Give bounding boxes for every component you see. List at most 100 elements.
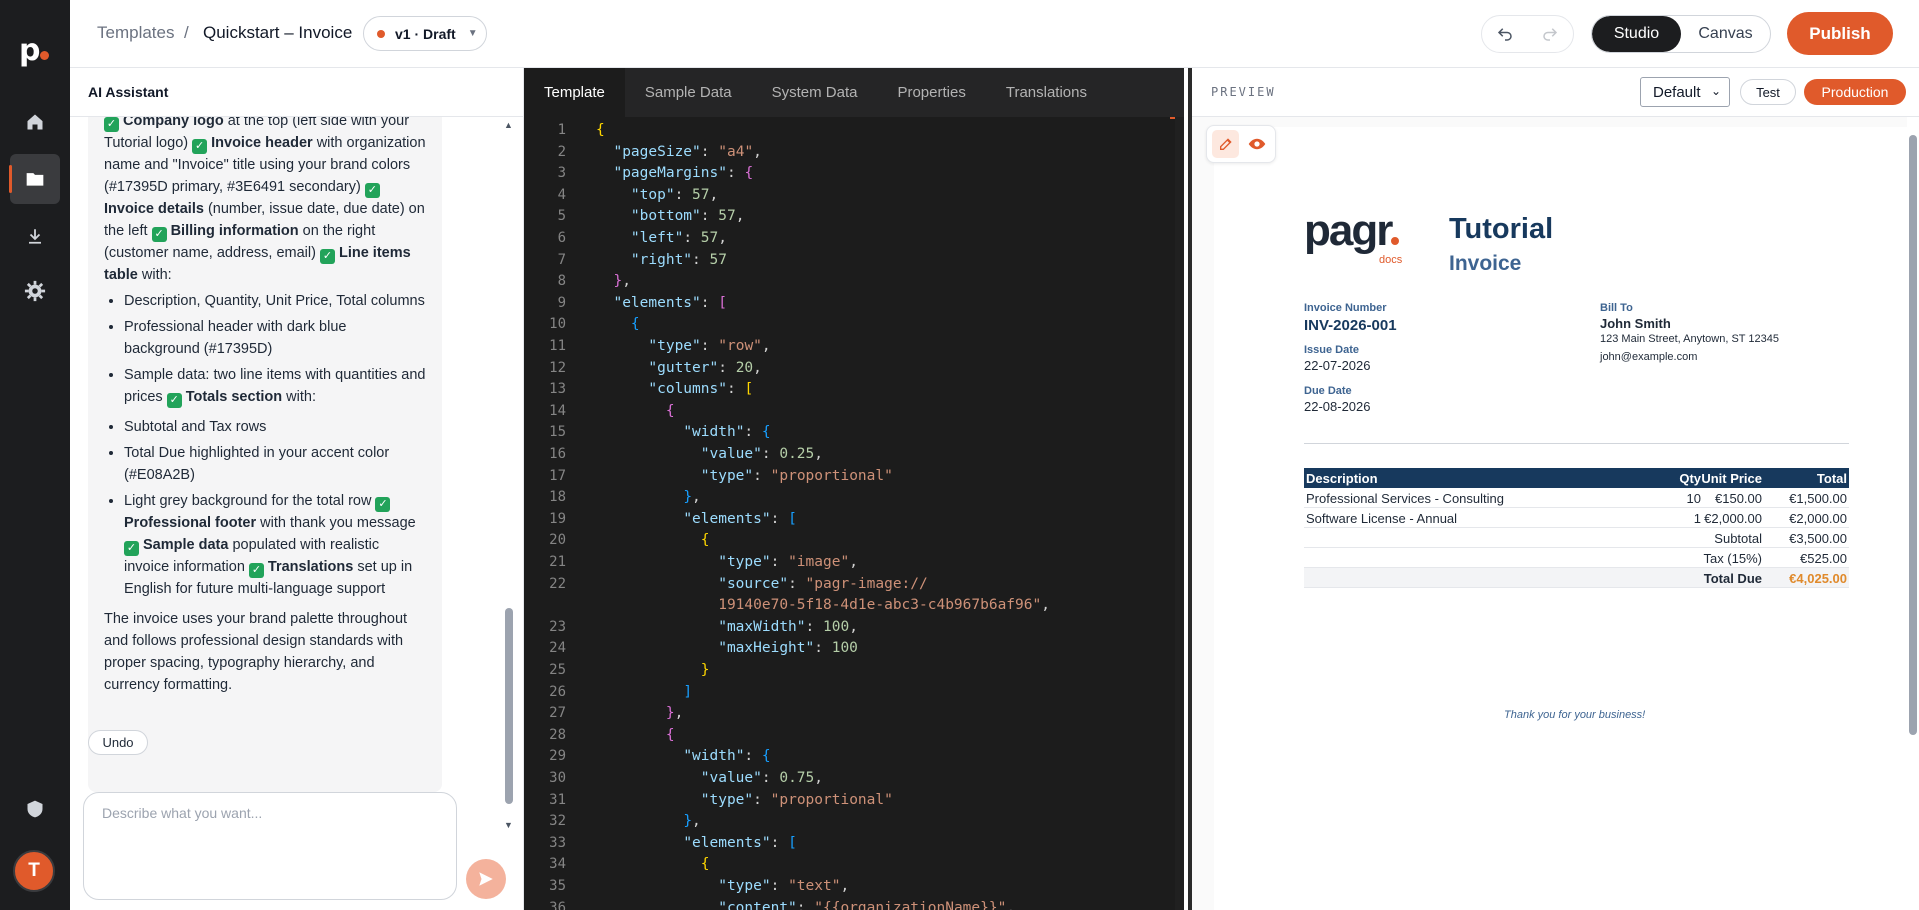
line-number: 2 (557, 143, 566, 160)
line-number: 17 (549, 467, 566, 484)
eye-icon (1248, 138, 1265, 150)
table-row: Professional Services - Consulting 10 €1… (1304, 488, 1849, 508)
breadcrumb-templates-link[interactable]: Templates (97, 23, 174, 43)
avatar[interactable]: T (13, 850, 55, 892)
scroll-up-icon[interactable]: ▲ (504, 120, 513, 130)
production-button[interactable]: Production (1804, 79, 1906, 105)
publish-button[interactable]: Publish (1787, 12, 1893, 55)
tab-translations[interactable]: Translations (986, 68, 1107, 117)
prompt-input[interactable]: Describe what you want... (83, 792, 457, 900)
message-intro: ✓ Company logo at the top (left side with… (104, 116, 426, 283)
folder-icon[interactable] (9, 154, 60, 204)
code-line: { (700, 532, 710, 549)
scroll-thumb[interactable] (505, 608, 513, 804)
checkmark-icon: ✓ (151, 227, 167, 242)
code-line: "width": { (683, 748, 771, 765)
tax-row: Tax (15%) €525.00 (1304, 548, 1849, 568)
code-line: "content": "{{organizationName}}", (718, 899, 1016, 910)
undo-icon (1497, 28, 1512, 41)
code-area[interactable]: { "pageSize": "a4", "pageMargins": { "to… (596, 117, 1176, 910)
home-icon[interactable] (10, 97, 60, 147)
line-number: 31 (549, 791, 566, 808)
test-button[interactable]: Test (1740, 79, 1796, 105)
divider (1304, 443, 1849, 444)
code-line: } (700, 662, 710, 678)
message-closing: The invoice uses your brand palette thro… (104, 611, 408, 693)
code-line: "right": 57 (630, 251, 727, 268)
code-line: "top": 57, (630, 186, 719, 203)
code-line: "elements": [ (613, 294, 727, 311)
undo-button[interactable] (1482, 16, 1528, 52)
studio-mode-button[interactable]: Studio (1592, 16, 1681, 52)
checkmark-icon: ✓ (166, 393, 182, 408)
line-number: 5 (557, 208, 566, 225)
line-number: 16 (549, 446, 566, 462)
line-number: 24 (549, 640, 566, 657)
tab-sample-data[interactable]: Sample Data (625, 68, 752, 117)
line-number: 20 (549, 532, 566, 549)
code-line: { (700, 856, 710, 873)
version-label: v1 · Draft (395, 25, 456, 42)
code-line: "elements": [ (683, 510, 797, 527)
checkmark-icon: ✓ (375, 497, 391, 512)
app-logo[interactable]: p (19, 36, 50, 66)
redo-button[interactable] (1528, 16, 1574, 52)
chevron-down-icon: ⌄ (1710, 84, 1721, 98)
tab-template[interactable]: Template (524, 68, 625, 117)
line-number: 32 (549, 813, 566, 830)
tab-system-data[interactable]: System Data (752, 68, 878, 117)
subtotal-row: Subtotal €3,500.00 (1304, 528, 1849, 548)
preview-scrollbar[interactable] (1907, 117, 1919, 910)
line-number: 6 (557, 230, 566, 246)
assistant-title: AI Assistant (88, 84, 169, 100)
tab-properties[interactable]: Properties (877, 68, 985, 117)
customer-address: 123 Main Street, Anytown, ST 12345 (1600, 333, 1779, 345)
code-line: "columns": [ (648, 381, 754, 398)
undo-chip-button[interactable]: Undo (88, 730, 148, 755)
scroll-thumb[interactable] (1909, 135, 1917, 735)
code-editor: Template Sample Data System Data Properties… (524, 68, 1184, 910)
line-number: 28 (549, 726, 566, 743)
environment-select[interactable]: Default ⌄ (1640, 77, 1730, 107)
message-list-table: Description, Quantity, Unit Price, Total… (104, 290, 426, 408)
code-line: "maxHeight": 100 (718, 640, 858, 657)
gear-icon[interactable] (10, 266, 60, 316)
canvas-mode-button[interactable]: Canvas (1681, 16, 1770, 52)
pencil-icon (1219, 138, 1232, 150)
scroll-down-icon[interactable]: ▼ (504, 820, 513, 830)
code-line: }, (665, 705, 684, 722)
line-number: 19 (549, 510, 566, 527)
line-number: 26 (549, 683, 566, 700)
line-number: 1 (557, 122, 566, 138)
assistant-message: ✓ Company logo at the top (left side with… (88, 116, 442, 792)
assistant-scrollbar[interactable]: ▲ ▼ (504, 120, 516, 830)
draft-status-dot (377, 29, 385, 38)
invoice-number-label: Invoice Number (1304, 302, 1387, 314)
download-icon[interactable] (10, 211, 60, 261)
line-number: 35 (549, 878, 566, 894)
shield-icon[interactable] (10, 784, 60, 834)
version-selector[interactable]: v1 · Draft ▼ (363, 16, 487, 51)
code-line: }, (613, 273, 631, 290)
code-line: "value": 0.75, (700, 770, 823, 786)
send-button[interactable] (466, 859, 506, 899)
code-line: { (630, 316, 640, 333)
line-number: 7 (557, 251, 566, 268)
list-item: Subtotal and Tax rows (124, 416, 426, 438)
view-button[interactable] (1243, 130, 1270, 158)
code-line: { (665, 726, 675, 743)
line-number: 3 (557, 165, 566, 182)
code-line: "elements": [ (683, 834, 797, 851)
preview-panel: PREVIEW Default ⌄ Test Production pagr d… (1188, 68, 1919, 910)
line-number: 14 (549, 402, 566, 419)
line-number: 30 (549, 770, 566, 786)
table-row: Software License - Annual 1 €2,000.00 €2… (1304, 508, 1849, 528)
code-line: "width": { (683, 424, 771, 441)
editor-scrollbar[interactable] (1175, 117, 1184, 910)
customer-name: John Smith (1600, 316, 1671, 331)
table-header-row: Description Qty Unit Price Total (1304, 468, 1849, 488)
edit-button[interactable] (1212, 130, 1239, 158)
line-number: 10 (549, 316, 566, 333)
company-logo: pagr (1304, 209, 1400, 253)
line-number: 11 (549, 338, 566, 354)
